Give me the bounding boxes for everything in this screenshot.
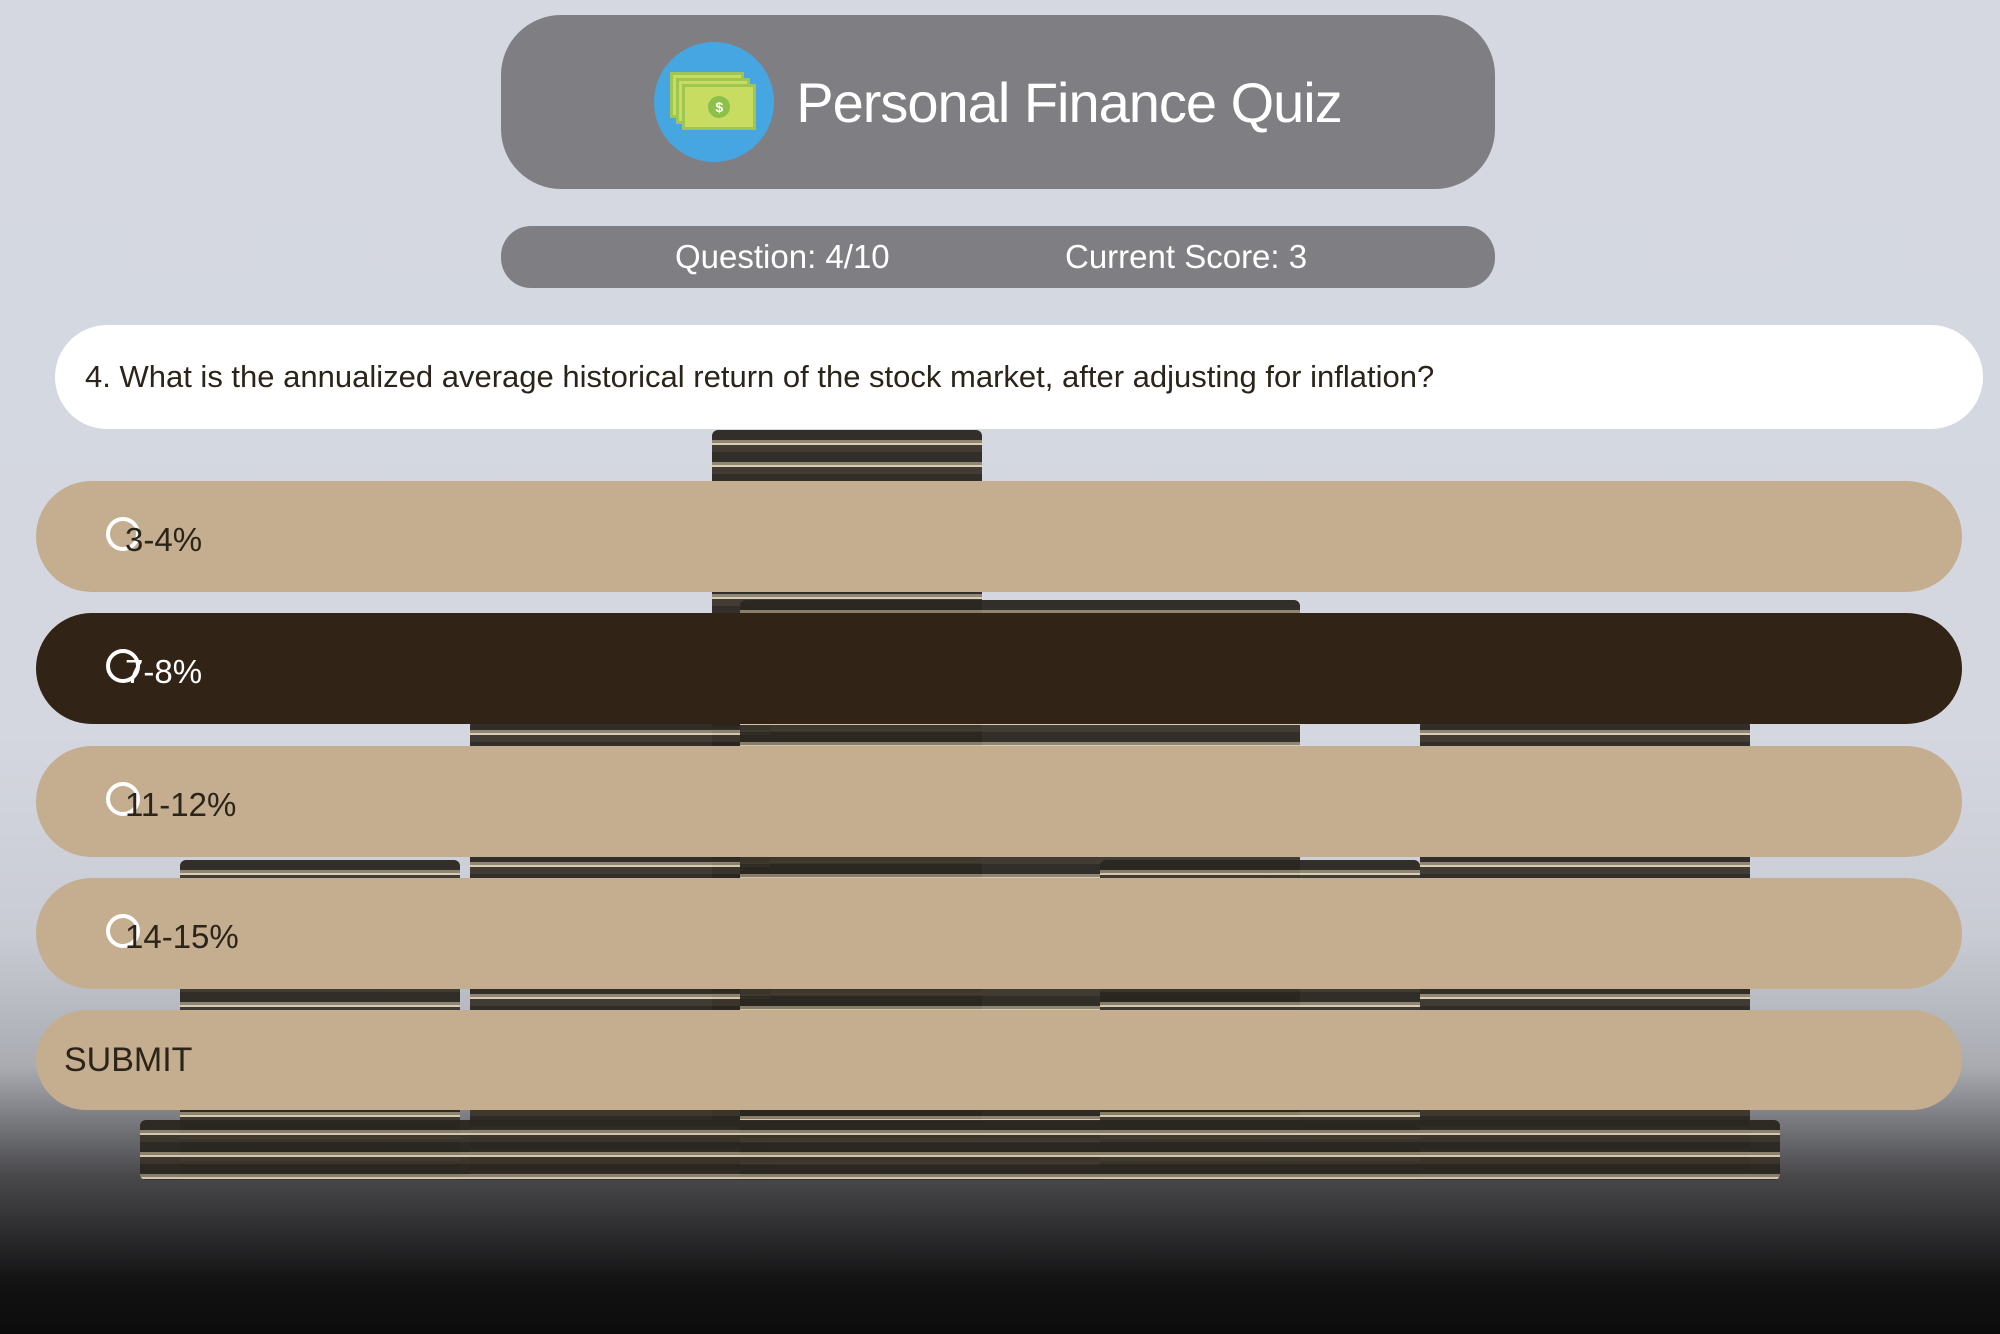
answer-option-3[interactable]: 11-12%: [36, 746, 1962, 857]
submit-button[interactable]: SUBMIT: [36, 1010, 1962, 1110]
question-counter: Question: 4/10: [675, 238, 890, 275]
page-title: Personal Finance Quiz: [796, 70, 1343, 134]
answer-option-1[interactable]: 3-4%: [36, 481, 1962, 592]
current-score: Current Score: 3: [1065, 238, 1308, 275]
option-label: 14-15%: [125, 918, 239, 955]
option-label: 11-12%: [125, 786, 237, 823]
quiz-stats-bar: Question: 4/10 Current Score: 3: [501, 226, 1495, 288]
dollar-coin-icon: $: [708, 96, 731, 118]
quiz-header: $ Personal Finance Quiz: [501, 15, 1495, 189]
question-text: 4. What is the annualized average histor…: [55, 325, 1983, 429]
money-bills-icon: $: [654, 42, 775, 162]
option-label: 7-8%: [125, 653, 203, 690]
answer-option-2[interactable]: 7-8%: [36, 613, 1962, 724]
answer-option-4[interactable]: 14-15%: [36, 878, 1962, 989]
option-label: 3-4%: [125, 521, 203, 558]
